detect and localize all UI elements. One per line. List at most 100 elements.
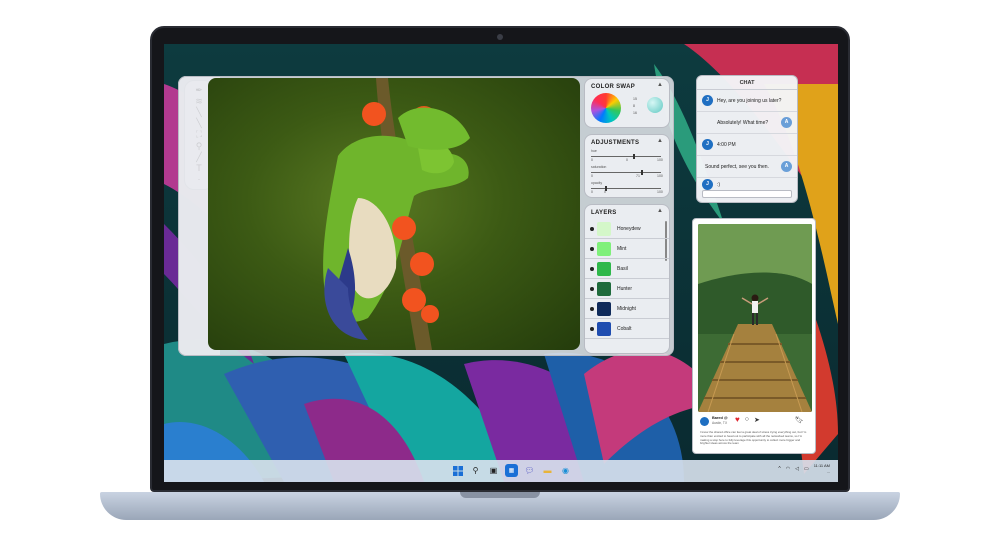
avatar[interactable]: J xyxy=(702,179,713,190)
volume-icon[interactable]: ◁ xyxy=(795,466,799,472)
opacity-slider[interactable] xyxy=(591,186,661,191)
avatar[interactable]: J xyxy=(702,139,713,150)
layer-swatch xyxy=(597,262,611,276)
layers-title: LAYERS xyxy=(591,210,617,216)
color-preview-knob[interactable] xyxy=(647,97,663,113)
post-location: Austin, TX xyxy=(712,421,728,425)
collapse-icon[interactable]: ▲ xyxy=(657,138,663,144)
avatar[interactable]: J xyxy=(702,95,713,106)
layer-name: Honeydew xyxy=(617,226,641,232)
avatar[interactable]: A xyxy=(781,117,792,128)
avatar[interactable]: A xyxy=(781,161,792,172)
hue-slider-thumb[interactable] xyxy=(633,154,635,159)
layer-visibility-icon[interactable] xyxy=(590,247,594,251)
post-username[interactable]: Bared @ xyxy=(712,416,728,420)
bridge-photo xyxy=(698,224,812,412)
post-photo[interactable] xyxy=(698,224,812,412)
layer-name: Midnight xyxy=(617,306,636,312)
opacity-min: 0 xyxy=(591,190,593,194)
chevron-up-icon[interactable]: ^ xyxy=(778,466,780,472)
layer-row[interactable]: Hunter xyxy=(585,279,669,299)
explorer-icon[interactable]: ▬ xyxy=(541,464,554,477)
message-text: Hey, are you joining us later? xyxy=(717,98,782,104)
chat-title: CHAT xyxy=(697,76,797,90)
post-caption: I know the shared office can feel a grea… xyxy=(700,431,807,446)
hue-label: hue xyxy=(591,149,597,153)
chat-input[interactable] xyxy=(702,190,792,198)
social-post: Bared @ Austin, TX ♥ ○ ➤ 🔖︎ I know the s… xyxy=(692,218,816,454)
system-tray: ^ ◠ ◁ ▭ 11:11 AM ... xyxy=(778,463,830,475)
message-text: 4:00 PM xyxy=(717,142,736,148)
collapse-icon[interactable]: ▲ xyxy=(657,208,663,214)
color-swap-title: COLOR SWAP xyxy=(591,84,636,90)
wifi-icon[interactable]: ◠ xyxy=(786,466,790,472)
battery-icon[interactable]: ▭ xyxy=(804,466,809,472)
heart-icon[interactable]: ♥ xyxy=(735,415,740,424)
hue-min: 0 xyxy=(591,158,593,162)
share-icon[interactable]: ➤ xyxy=(754,416,760,424)
hue-mid: 0 xyxy=(626,158,628,162)
swap-value-3: 16 xyxy=(633,111,637,115)
layer-visibility-icon[interactable] xyxy=(590,307,594,311)
saturation-label: saturation xyxy=(591,165,607,169)
chat-icon[interactable]: 💬︎ xyxy=(523,464,536,477)
base-notch xyxy=(460,492,540,498)
webcam-icon xyxy=(497,34,503,40)
layer-swatch xyxy=(597,242,611,256)
collapse-icon[interactable]: ▲ xyxy=(657,82,663,88)
task-view-icon[interactable]: ▣ xyxy=(487,464,500,477)
opacity-mid: 0 xyxy=(604,190,606,194)
widgets-icon[interactable]: ▦ xyxy=(505,464,518,477)
layer-name: Mint xyxy=(617,246,627,252)
layer-visibility-icon[interactable] xyxy=(590,287,594,291)
hue-max: 100 xyxy=(657,158,663,162)
screen: ✒ ≋ ╲ ╲ ⛶ ⚲ ╱ T · xyxy=(164,44,838,482)
swap-value-2: 8 xyxy=(633,104,635,108)
message-text: Sound perfect, see you then. xyxy=(705,164,769,170)
bookmark-icon[interactable]: 🔖︎ xyxy=(795,416,804,424)
layer-swatch xyxy=(597,302,611,316)
layer-row[interactable]: Basil xyxy=(585,259,669,279)
canvas-image[interactable] xyxy=(208,78,580,350)
layer-row[interactable]: Midnight xyxy=(585,299,669,319)
message-text: Absolutely! What time? xyxy=(717,120,769,126)
frog-photo xyxy=(323,78,470,350)
layer-visibility-icon[interactable] xyxy=(590,227,594,231)
saturation-mid: 71 xyxy=(636,174,640,178)
comment-icon[interactable]: ○ xyxy=(745,416,749,423)
chat-message: Sound perfect, see you then. A xyxy=(697,156,797,178)
chat-message: Absolutely! What time? A xyxy=(697,112,797,134)
windows-logo-icon xyxy=(452,465,463,476)
saturation-slider-thumb[interactable] xyxy=(640,170,643,175)
layer-visibility-icon[interactable] xyxy=(590,267,594,271)
saturation-min: 0 xyxy=(591,174,593,178)
avatar[interactable] xyxy=(700,417,709,426)
message-text: :) xyxy=(717,182,721,188)
search-icon[interactable]: ⚲ xyxy=(469,464,482,477)
color-wheel[interactable] xyxy=(591,93,621,123)
layers-panel: LAYERS ▲ Honeydew Mint Basil Hunter Midn… xyxy=(584,204,670,354)
taskbar: ⚲ ▣ ▦ 💬︎ ▬ ◉ ^ ◠ ◁ ▭ 11:11 AM ... xyxy=(164,460,838,482)
edge-icon[interactable]: ◉ xyxy=(559,464,572,477)
swap-value-1: 15 xyxy=(633,97,637,101)
saturation-slider[interactable] xyxy=(591,170,661,175)
hue-slider[interactable] xyxy=(591,154,661,159)
layer-row[interactable]: Cobalt xyxy=(585,319,669,339)
layer-visibility-icon[interactable] xyxy=(590,327,594,331)
layer-name: Cobalt xyxy=(617,326,632,332)
layer-row[interactable]: Honeydew xyxy=(585,219,669,239)
chat-message: J 4:00 PM xyxy=(697,134,797,156)
chat-window: CHAT J Hey, are you joining us later? Ab… xyxy=(696,75,798,203)
taskbar-apps: ⚲ ▣ ▦ 💬︎ ▬ ◉ xyxy=(451,464,572,477)
clock[interactable]: 11:11 AM ... xyxy=(814,463,830,475)
chat-message: J Hey, are you joining us later? xyxy=(697,90,797,112)
layer-swatch xyxy=(597,222,611,236)
layer-swatch xyxy=(597,322,611,336)
clock-date: ... xyxy=(826,469,830,474)
start-icon[interactable] xyxy=(451,464,464,477)
layer-row[interactable]: Mint xyxy=(585,239,669,259)
layer-swatch xyxy=(597,282,611,296)
layer-name: Basil xyxy=(617,266,628,272)
laptop-base xyxy=(100,492,900,520)
saturation-max: 100 xyxy=(657,174,663,178)
